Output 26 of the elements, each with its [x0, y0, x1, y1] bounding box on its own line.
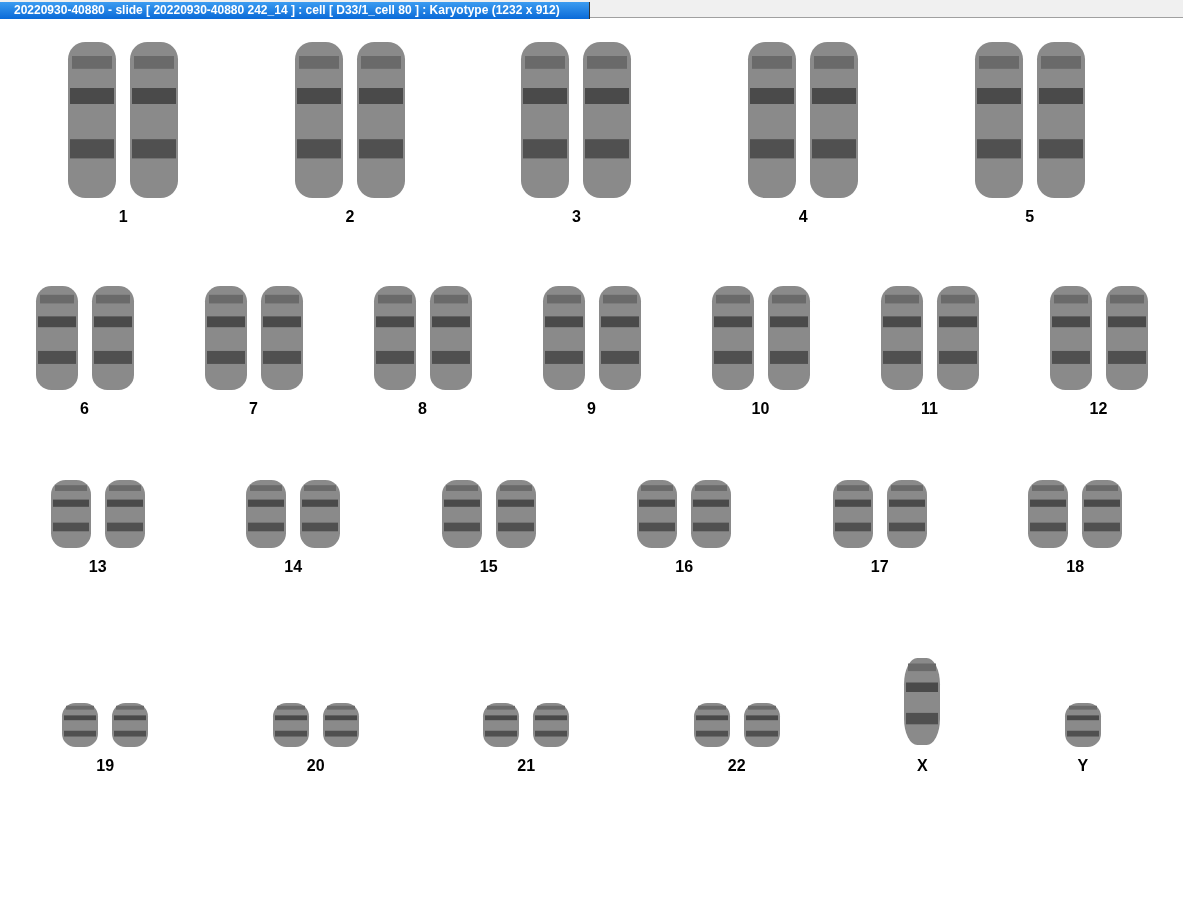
chromosome-number: 15	[479, 558, 498, 576]
chromosome-number: 6	[80, 400, 89, 418]
chromosome-number: 17	[870, 558, 889, 576]
chromosome-number: 12	[1089, 400, 1108, 418]
chromosome-number: 18	[1066, 558, 1085, 576]
chromosome-number: 22	[727, 757, 746, 775]
chromosome-number: 9	[587, 400, 596, 418]
window-title: 20220930-40880 - slide [ 20220930-40880 242_14 ] : cell [ D33/1_cell 80 ] : Karyotype (1232 x 912)	[0, 2, 590, 19]
chromosome-number: 16	[675, 558, 694, 576]
chromosome-number: 1	[118, 208, 128, 226]
chromosome-number: X	[916, 757, 928, 775]
chromosome-number: 4	[798, 208, 808, 226]
chromosome-number: 10	[751, 400, 770, 418]
chromosome-number: 8	[418, 400, 427, 418]
chromosome-number: Y	[1077, 757, 1089, 775]
chromosome-number: 5	[1025, 208, 1035, 226]
chromosome-number: 19	[96, 757, 115, 775]
chromosome-number: 20	[306, 757, 325, 775]
chromosome-number: 7	[249, 400, 258, 418]
chromosome-number: 21	[517, 757, 536, 775]
chromosome-number: 11	[921, 400, 938, 418]
chromosome-number: 2	[345, 208, 355, 226]
chromosome-number: 3	[572, 208, 581, 226]
chromosome-number: 13	[88, 558, 107, 576]
chromosome-number: 14	[284, 558, 303, 576]
chromosome-drawing	[1062, 701, 1103, 749]
